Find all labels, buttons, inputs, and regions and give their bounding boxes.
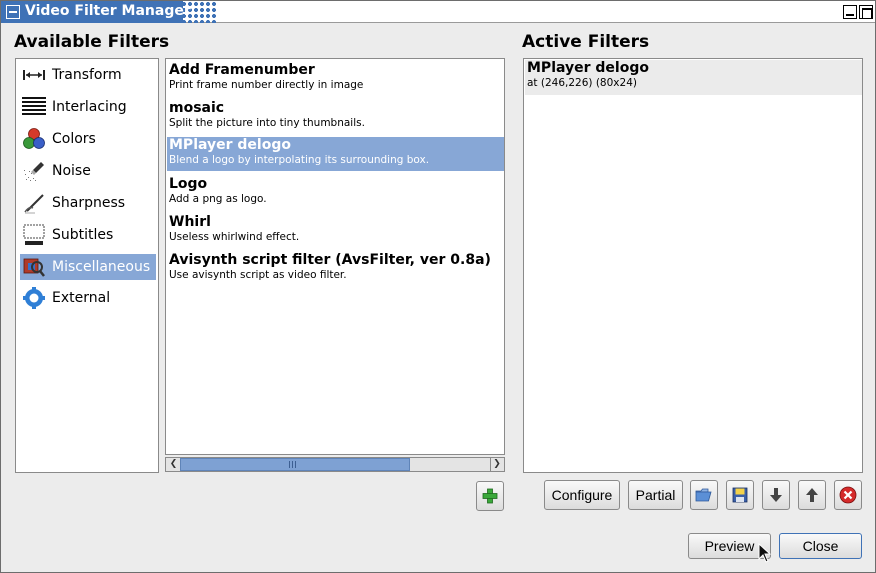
filter-description: Add a png as logo. (169, 193, 267, 205)
category-label: Colors (52, 131, 96, 147)
category-item-external[interactable]: External (20, 285, 156, 311)
active-filter-list[interactable]: MPlayer delogo at (246,226) (80x24) (523, 58, 863, 473)
move-up-button[interactable] (798, 480, 826, 510)
filter-item-avisynth[interactable]: Avisynth script filter (AvsFilter, ver 0… (167, 252, 504, 286)
scroll-right-arrow-icon[interactable]: ❯ (490, 458, 503, 471)
filter-description: Print frame number directly in image (169, 79, 364, 91)
window-menu-icon[interactable] (6, 5, 20, 19)
filter-description: Useless whirlwind effect. (169, 231, 300, 243)
category-label: Interlacing (52, 99, 127, 115)
minimize-icon[interactable] (843, 5, 857, 19)
title-bar[interactable]: Video Filter Manager (1, 1, 875, 23)
category-label: Noise (52, 163, 91, 179)
open-button[interactable] (690, 480, 718, 510)
filter-list[interactable]: Add Framenumber Print frame number direc… (165, 58, 505, 455)
active-filter-item[interactable]: MPlayer delogo at (246,226) (80x24) (525, 60, 862, 95)
filter-description: Split the picture into tiny thumbnails. (169, 117, 365, 129)
arrow-up-icon (806, 488, 818, 502)
interlacing-icon (22, 96, 46, 118)
category-label: Transform (52, 67, 122, 83)
filter-name: Logo (169, 176, 208, 192)
category-label: Subtitles (52, 227, 114, 243)
category-label: Sharpness (52, 195, 126, 211)
sharpness-icon (22, 192, 46, 214)
remove-filter-button[interactable] (834, 480, 862, 510)
filter-list-horizontal-scrollbar[interactable]: ❮ ❯ (165, 457, 505, 472)
filter-name: mosaic (169, 100, 225, 116)
move-down-button[interactable] (762, 480, 790, 510)
video-filter-manager-window: Video Filter Manager Available Filters A… (0, 0, 876, 573)
add-icon (482, 488, 498, 504)
category-item-interlacing[interactable]: Interlacing (20, 94, 156, 120)
filter-name: Whirl (169, 214, 211, 230)
filter-item-mplayer-delogo[interactable]: MPlayer delogo Blend a logo by interpola… (167, 137, 504, 171)
category-item-miscellaneous[interactable]: Miscellaneous (20, 254, 156, 280)
open-folder-icon (695, 488, 712, 502)
category-item-transform[interactable]: Transform (20, 62, 156, 88)
filter-name: Avisynth script filter (AvsFilter, ver 0… (169, 252, 491, 268)
subtitles-icon (22, 224, 46, 246)
category-item-colors[interactable]: Colors (20, 126, 156, 152)
configure-button[interactable]: Configure (544, 480, 620, 510)
scrollbar-thumb[interactable] (180, 458, 410, 471)
filter-item-logo[interactable]: Logo Add a png as logo. (167, 176, 504, 210)
filter-description: Blend a logo by interpolating its surrou… (169, 154, 430, 166)
external-icon (22, 287, 46, 309)
category-label: External (52, 290, 111, 306)
window-title: Video Filter Manager (25, 3, 191, 19)
filter-item-mosaic[interactable]: mosaic Split the picture into tiny thumb… (167, 100, 504, 134)
save-button[interactable] (726, 480, 754, 510)
add-filter-button[interactable] (476, 481, 504, 511)
active-filter-name: MPlayer delogo (527, 60, 649, 76)
filter-item-add-framenumber[interactable]: Add Framenumber Print frame number direc… (167, 62, 504, 96)
colors-icon (22, 128, 46, 150)
close-button[interactable]: Close (779, 533, 862, 559)
save-icon (732, 487, 748, 503)
transform-icon (22, 64, 46, 86)
scrollbar-grip-icon (289, 461, 297, 468)
noise-icon (22, 160, 46, 182)
category-item-noise[interactable]: Noise (20, 158, 156, 184)
filter-item-whirl[interactable]: Whirl Useless whirlwind effect. (167, 214, 504, 248)
remove-icon (839, 486, 857, 504)
category-item-sharpness[interactable]: Sharpness (20, 190, 156, 216)
scroll-left-arrow-icon[interactable]: ❮ (167, 458, 180, 471)
filter-name: Add Framenumber (169, 62, 315, 78)
category-label: Miscellaneous (52, 259, 151, 275)
filter-description: Use avisynth script as video filter. (169, 269, 347, 281)
partial-button[interactable]: Partial (628, 480, 683, 510)
active-filters-heading: Active Filters (522, 32, 650, 52)
category-item-subtitles[interactable]: Subtitles (20, 222, 156, 248)
miscellaneous-icon (22, 256, 46, 278)
available-filters-heading: Available Filters (14, 32, 170, 52)
active-filter-description: at (246,226) (80x24) (527, 77, 637, 89)
filter-name: MPlayer delogo (169, 137, 291, 153)
maximize-icon[interactable] (859, 5, 873, 19)
arrow-down-icon (770, 488, 782, 502)
category-list[interactable]: Transform Interlacing Colors Noise Sharp… (15, 58, 159, 473)
mouse-pointer-icon (758, 543, 772, 563)
